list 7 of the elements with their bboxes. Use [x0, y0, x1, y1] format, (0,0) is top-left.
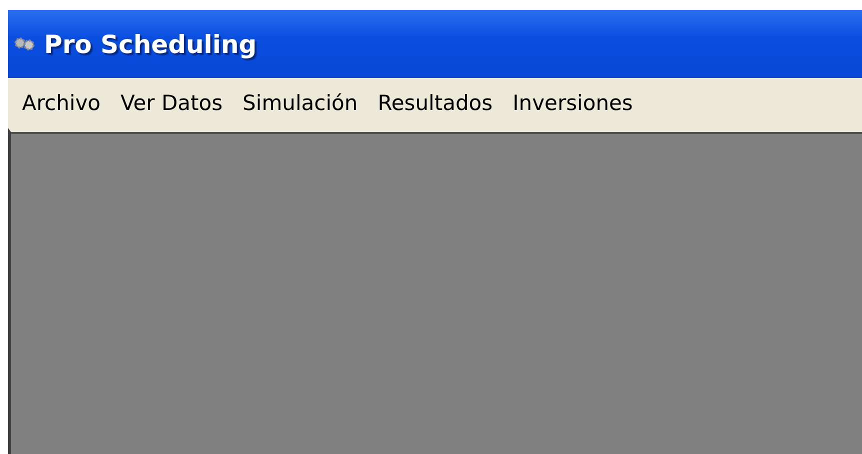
menu-item[interactable]: Simulación: [234, 91, 370, 115]
window-title: Pro Scheduling: [44, 30, 257, 58]
menu-item[interactable]: Ver Datos: [112, 91, 235, 115]
menu-item[interactable]: Archivo: [14, 91, 113, 115]
gears-icon: [14, 37, 36, 51]
menu-item[interactable]: Inversiones: [504, 91, 645, 115]
menu-item[interactable]: Resultados: [370, 91, 505, 115]
